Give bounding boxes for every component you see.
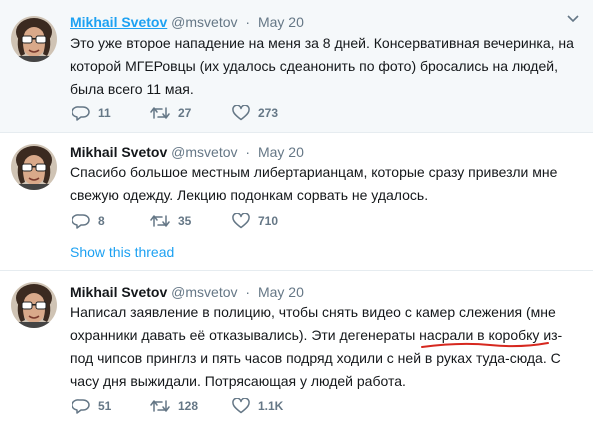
retweet-button[interactable]: 128: [150, 396, 198, 416]
separator-dot: ·: [245, 14, 251, 30]
avatar[interactable]: [11, 144, 57, 190]
tweet-text: Спасибо большое местным либертарианцам, …: [70, 164, 558, 203]
reply-icon: [72, 214, 90, 229]
red-underline-annotation: [421, 342, 549, 348]
like-count: 273: [258, 106, 279, 120]
tweet-date[interactable]: May 20: [258, 14, 304, 30]
author-name[interactable]: Mikhail Svetov: [70, 284, 167, 300]
reply-icon: [72, 399, 90, 414]
like-button[interactable]: 710: [232, 211, 278, 231]
heart-icon: [232, 105, 250, 121]
author-handle[interactable]: @msvetov: [171, 284, 237, 300]
avatar[interactable]: [11, 282, 57, 328]
author-name[interactable]: Mikhail Svetov: [70, 144, 167, 160]
like-count: 710: [258, 214, 279, 228]
author-handle[interactable]: @msvetov: [171, 144, 237, 160]
retweet-button[interactable]: 27: [150, 103, 191, 123]
tweet-header: Mikhail Svetov @msvetov · May 20: [70, 143, 563, 161]
tweet[interactable]: Mikhail Svetov @msvetov · May 20 Написал…: [0, 271, 593, 427]
retweet-icon: [150, 107, 170, 119]
like-button[interactable]: 273: [232, 103, 278, 123]
retweet-icon: [150, 400, 170, 412]
reply-count: 11: [98, 106, 111, 120]
reply-button[interactable]: 11: [72, 103, 111, 123]
like-count: 1.1K: [258, 399, 284, 413]
tweet[interactable]: Mikhail Svetov @msvetov · May 20 Спасибо…: [0, 133, 593, 271]
separator-dot: ·: [245, 144, 251, 160]
reply-count: 8: [98, 214, 105, 228]
reply-button[interactable]: 51: [72, 396, 111, 416]
retweet-count: 35: [178, 214, 192, 228]
tweet-header: Mikhail Svetov @msvetov · May 20: [70, 283, 563, 301]
tweet-header: Mikhail Svetov @msvetov · May 20: [70, 13, 563, 31]
separator-dot: ·: [245, 284, 251, 300]
reply-button[interactable]: 8: [72, 211, 105, 231]
tweet[interactable]: Mikhail Svetov @msvetov · May 20 Это уже…: [0, 0, 593, 133]
author-name[interactable]: Mikhail Svetov: [70, 14, 167, 30]
retweet-count: 128: [178, 399, 199, 413]
reply-count: 51: [98, 399, 112, 413]
like-button[interactable]: 1.1K: [232, 396, 283, 416]
retweet-count: 27: [178, 106, 192, 120]
reply-icon: [72, 106, 90, 121]
tweet-date[interactable]: May 20: [258, 284, 304, 300]
show-thread-link[interactable]: Show this thread: [70, 244, 174, 260]
heart-icon: [232, 213, 250, 229]
chevron-down-icon[interactable]: [567, 15, 579, 23]
retweet-button[interactable]: 35: [150, 211, 191, 231]
retweet-icon: [150, 215, 170, 227]
tweet-text: Это уже второе нападение на меня за 8 дн…: [70, 35, 574, 97]
author-handle[interactable]: @msvetov: [171, 14, 237, 30]
heart-icon: [232, 398, 250, 414]
tweet-date[interactable]: May 20: [258, 144, 304, 160]
avatar[interactable]: [11, 16, 57, 62]
